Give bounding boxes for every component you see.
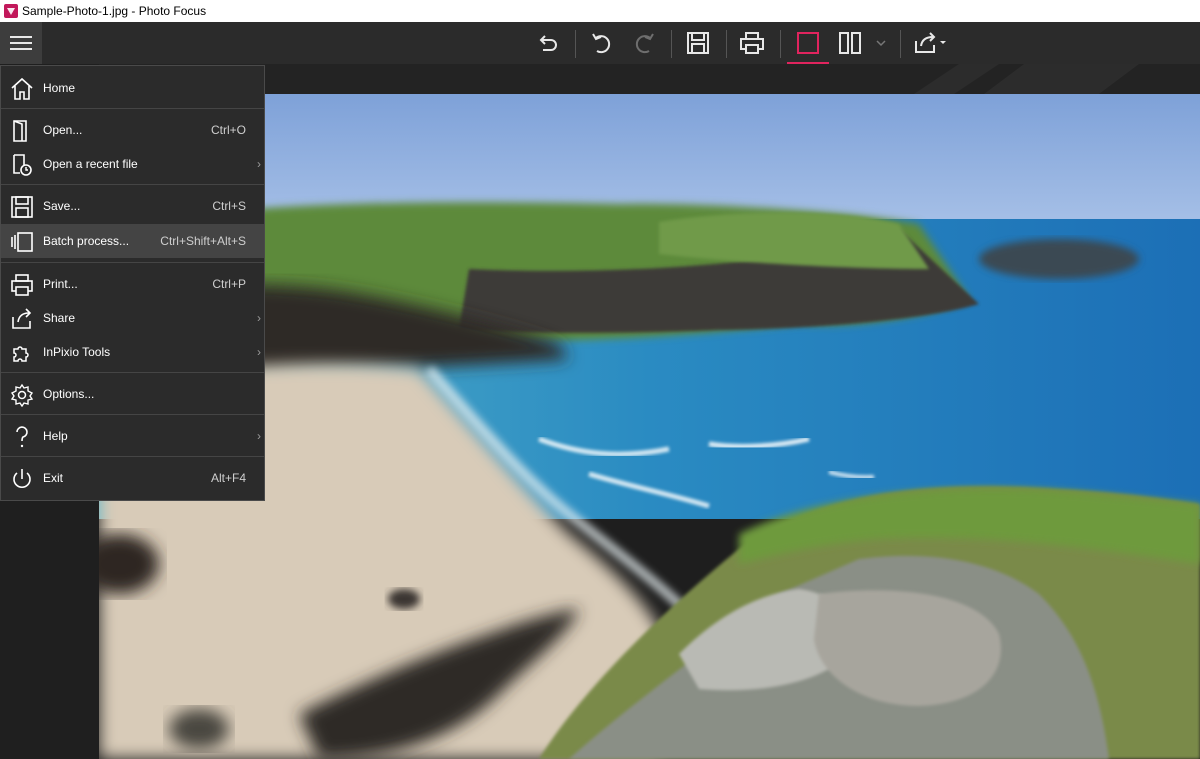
- hamburger-icon: [10, 36, 32, 50]
- home-icon: [11, 77, 33, 100]
- window-title: Sample-Photo-1.jpg - Photo Focus: [22, 4, 207, 18]
- submenu-arrow-icon: ›: [257, 429, 261, 443]
- submenu-arrow-icon: ›: [257, 157, 261, 171]
- print-icon: [740, 32, 764, 54]
- menu-item-save[interactable]: Save... Ctrl+S: [1, 189, 264, 223]
- single-view-button[interactable]: [787, 22, 829, 64]
- share-icon: [915, 32, 946, 53]
- save-icon: [11, 196, 33, 218]
- undo-button[interactable]: [581, 22, 621, 64]
- menu-item-open[interactable]: Open... Ctrl+O: [1, 113, 264, 147]
- menu-item-share[interactable]: Share ›: [1, 301, 264, 335]
- gear-icon: [10, 383, 34, 407]
- print-icon: [11, 274, 33, 296]
- redo-icon: [635, 33, 654, 54]
- puzzle-icon: [13, 346, 29, 362]
- help-icon: [16, 426, 28, 448]
- menu-item-options[interactable]: Options...: [1, 377, 264, 411]
- save-icon: [687, 32, 709, 54]
- menu-item-label: Home: [43, 81, 76, 95]
- menu-item-inpixio-tools[interactable]: InPixio Tools ›: [1, 335, 264, 369]
- menu-item-label: Open...: [43, 123, 83, 137]
- menu-item-label: Open a recent file: [43, 157, 138, 171]
- menu-item-shortcut: Ctrl+Shift+Alt+S: [160, 234, 246, 248]
- menu-item-shortcut: Alt+F4: [210, 471, 246, 485]
- split-view-button[interactable]: [830, 22, 870, 64]
- chevron-down-icon: [876, 40, 886, 47]
- menu-separator: [1, 414, 264, 415]
- menu-item-label: Exit: [43, 471, 64, 485]
- power-icon: [13, 469, 31, 488]
- menu-item-home[interactable]: Home: [1, 71, 264, 105]
- menu-item-exit[interactable]: Exit Alt+F4: [1, 461, 264, 495]
- app-logo-icon: [4, 4, 18, 18]
- menu-item-print[interactable]: Print... Ctrl+P: [1, 267, 264, 301]
- menu-item-shortcut: Ctrl+S: [212, 199, 246, 213]
- menu-item-help[interactable]: Help ›: [1, 419, 264, 453]
- batch-icon: [11, 232, 33, 252]
- main-menu: Home Open... Ctrl+O Open a recent file ›…: [0, 65, 265, 501]
- compare-split-icon: [839, 32, 861, 54]
- menu-button[interactable]: [0, 22, 42, 64]
- menu-item-label: Save...: [43, 199, 81, 213]
- print-button[interactable]: [732, 22, 772, 64]
- menu-item-label: Batch process...: [43, 234, 130, 248]
- open-icon: [13, 120, 27, 142]
- menu-item-label: InPixio Tools: [43, 345, 111, 359]
- undo-icon: [592, 33, 611, 54]
- submenu-arrow-icon: ›: [257, 345, 261, 359]
- undo-history-icon: [539, 35, 557, 51]
- redo-button[interactable]: [625, 22, 665, 64]
- menu-item-shortcut: Ctrl+P: [212, 277, 246, 291]
- submenu-arrow-icon: ›: [257, 311, 261, 325]
- menu-item-label: Print...: [43, 277, 78, 291]
- menu-item-batch-process[interactable]: Batch process... Ctrl+Shift+Alt+S: [1, 224, 264, 258]
- menu-item-label: Share: [43, 311, 76, 325]
- menu-item-open-recent[interactable]: Open a recent file ›: [1, 147, 264, 181]
- menu-item-label: Options...: [43, 387, 95, 401]
- menu-separator: [1, 456, 264, 457]
- menu-separator: [1, 262, 264, 263]
- menu-item-shortcut: Ctrl+O: [210, 123, 246, 137]
- menu-separator: [1, 372, 264, 373]
- toolbar: [0, 22, 1200, 64]
- menu-item-label: Help: [43, 429, 68, 443]
- recent-file-icon: [13, 154, 32, 176]
- menu-separator: [1, 108, 264, 109]
- save-button[interactable]: [678, 22, 718, 64]
- share-button[interactable]: [908, 22, 952, 64]
- undo-all-button[interactable]: [528, 22, 568, 64]
- view-dropdown-button[interactable]: [866, 22, 896, 64]
- compare-single-icon: [797, 32, 819, 54]
- menu-separator: [1, 184, 264, 185]
- title-bar: Sample-Photo-1.jpg - Photo Focus: [0, 0, 1200, 23]
- share-icon: [12, 308, 32, 329]
